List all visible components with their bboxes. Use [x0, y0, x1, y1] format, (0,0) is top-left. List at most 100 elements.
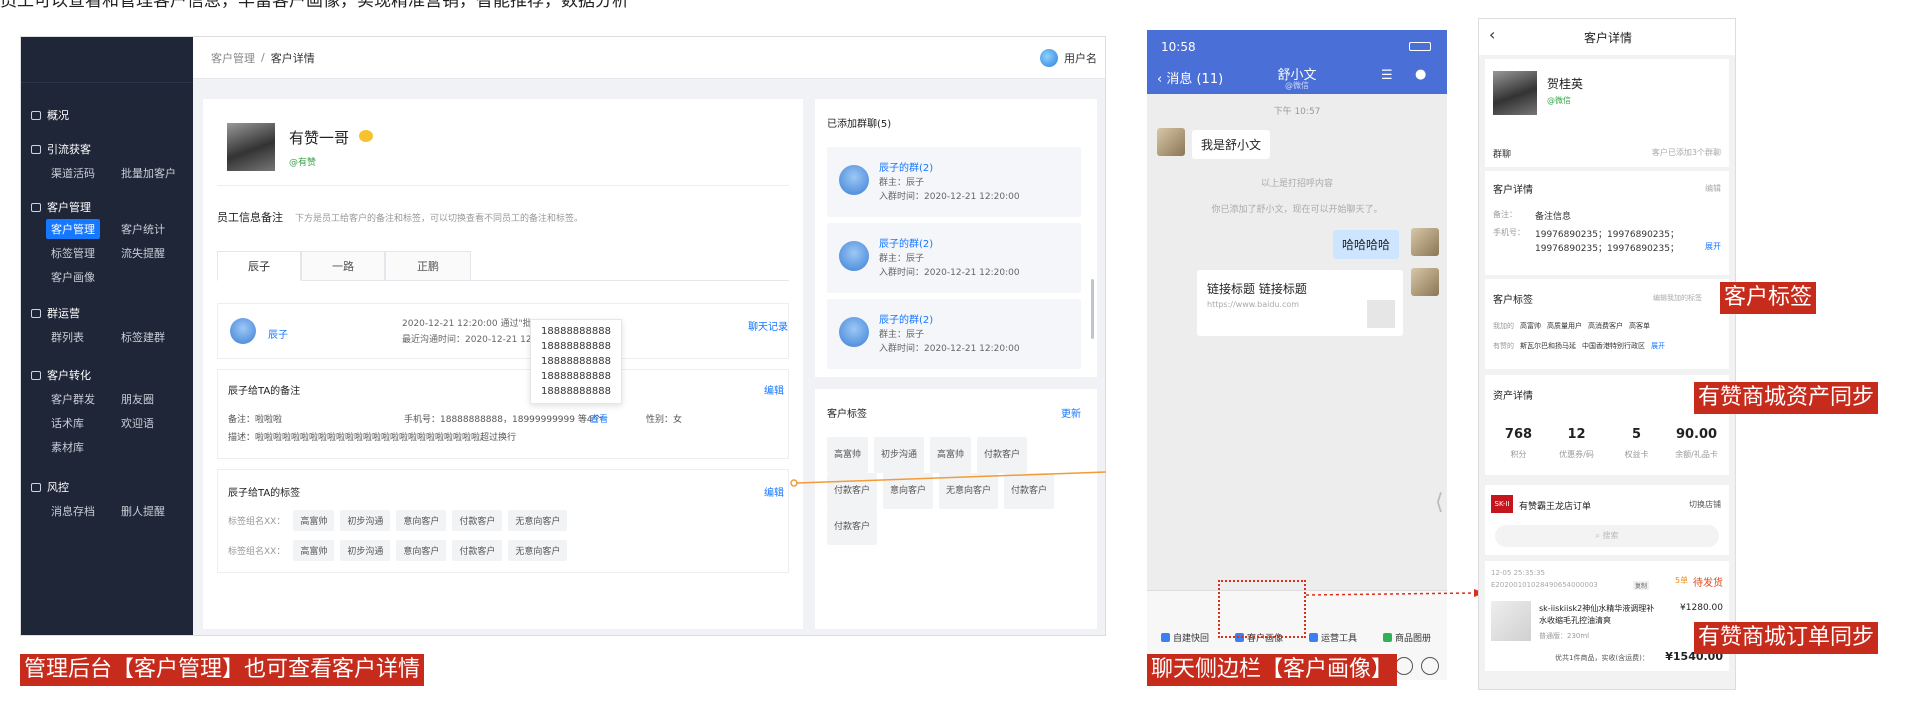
tag-row: 标签组名XX： 高富帅 初步沟通 意向客户 付款客户 无意向客户: [228, 540, 573, 561]
info-edit[interactable]: 编辑: [1705, 183, 1721, 194]
tag-edit[interactable]: 编辑我加的标签: [1653, 293, 1702, 303]
copy-button[interactable]: 复制: [1633, 581, 1650, 590]
remark-panel: 辰子给TA的备注 编辑 备注：啦啦啦 手机号：18888888888，18999…: [217, 369, 789, 459]
search-input[interactable]: ⌕ 搜索: [1495, 525, 1719, 547]
tag-item: 高质量用户: [1547, 322, 1582, 330]
group-item[interactable]: 辰子的群(2) 群主：辰子 入群时间：2020-12-21 12:20:00: [827, 223, 1081, 293]
group-label: 群聊: [1493, 150, 1512, 160]
nav-customer-manage[interactable]: 客户管理: [46, 219, 100, 239]
toolbar-ops-tools[interactable]: 运营工具: [1309, 631, 1357, 644]
cropped-top-text: 员工可以查看和管理客户信息，丰富客户画像，实现精准营销，智能推荐，数据分析: [0, 0, 629, 11]
order-section: 12-05 25:35:35 E20200101028490654000003 …: [1485, 561, 1729, 671]
collapse-handle[interactable]: ⟨: [1435, 490, 1444, 515]
nav-customer-profile[interactable]: 客户画像: [51, 269, 95, 285]
nav-convert[interactable]: 客户转化: [31, 367, 91, 383]
note-label: 备注：: [1493, 210, 1517, 219]
person-icon[interactable]: ●: [1415, 67, 1426, 82]
contact-avatar: [1157, 128, 1185, 156]
staff-name[interactable]: 辰子: [268, 326, 288, 341]
tag-chip: 付款客户: [452, 540, 503, 561]
dashboard-icon: [31, 110, 41, 120]
asset-stat[interactable]: 768 积分: [1491, 427, 1546, 461]
nav-welcome[interactable]: 欢迎语: [121, 415, 154, 431]
user-menu[interactable]: 用户名: [1040, 49, 1097, 67]
customer-tags-title: 客户标签: [827, 409, 867, 420]
nav-tag-group[interactable]: 标签建群: [121, 329, 165, 345]
asset-stat[interactable]: 5 权益卡: [1609, 427, 1664, 461]
tag-chip: 无意向客户: [508, 510, 568, 531]
tag-chip: 意向客户: [396, 510, 447, 531]
emoji-icon[interactable]: [1395, 657, 1413, 675]
breadcrumb-parent[interactable]: 客户管理: [211, 50, 255, 66]
self-avatar: [1411, 228, 1439, 256]
funnel-icon: [31, 144, 41, 154]
expand-link[interactable]: 展开: [1651, 341, 1665, 351]
customer-tags-list: 高富帅 初步沟通 高富帅 付款客户付款客户 意向客户 无意向客户 付款客户付款客户: [827, 437, 1089, 545]
nav-delete-alert[interactable]: 删人提醒: [121, 503, 165, 519]
link-thumbnail: [1367, 300, 1395, 328]
tags-edit-button[interactable]: 编辑: [764, 484, 784, 499]
nav-batch-add[interactable]: 批量加客户: [121, 165, 176, 181]
product-image: [1491, 601, 1531, 641]
switch-shop[interactable]: 切换店铺: [1689, 499, 1721, 510]
expand-link[interactable]: 展开: [1705, 241, 1721, 252]
nav-group-ops[interactable]: 群运营: [31, 305, 80, 321]
remark-title: 辰子给TA的备注: [228, 386, 301, 397]
tag-chip: 意向客户: [396, 540, 447, 561]
breadcrumb-current: 客户详情: [270, 51, 315, 65]
connector-line: [790, 470, 1107, 490]
group-item[interactable]: 辰子的群(2) 群主：辰子 入群时间：2020-12-21 12:20:00: [827, 147, 1081, 217]
chat-history-link[interactable]: 聊天记录: [748, 318, 788, 333]
customer-card: 有赞一哥 @有赞 员工信息备注 下方是员工给客户的备注和标签，可以切换查看不同员…: [203, 99, 803, 629]
chat-timestamp: 下午 10:57: [1273, 107, 1321, 117]
nav-mass-send[interactable]: 客户群发: [51, 391, 95, 407]
nav-tag-manage[interactable]: 标签管理: [51, 245, 95, 261]
group-value[interactable]: 客户已添加3个群聊: [1652, 147, 1721, 158]
nav-churn-alert[interactable]: 流失提醒: [121, 245, 165, 261]
tag-group-label: 标签组名XX：: [228, 517, 286, 527]
nav-script-lib[interactable]: 话术库: [51, 415, 84, 431]
profile-section: 贺桂英 @微信 群聊 客户已添加3个群聊: [1485, 59, 1729, 167]
tag-chip: 无意向客户: [508, 540, 568, 561]
nav-acquire[interactable]: 引流获客: [31, 141, 91, 157]
convert-icon: [31, 370, 41, 380]
nav-customer-stats[interactable]: 客户统计: [121, 221, 165, 237]
nav-group-list[interactable]: 群列表: [51, 329, 84, 345]
toolbar-quick-reply[interactable]: 自建快回: [1161, 631, 1209, 644]
group-time: 入群时间：2020-12-21 12:20:00: [879, 268, 1020, 278]
scrollbar[interactable]: [1091, 279, 1094, 339]
nav-risk[interactable]: 风控: [31, 479, 69, 495]
nav-channel-code[interactable]: 渠道活码: [51, 165, 95, 181]
remark-desc: 描述：啦啦啦啦啦啦啦啦啦啦啦啦啦啦啦啦啦啦啦啦啦啦啦啦啦超过换行: [228, 433, 517, 443]
nav-overview[interactable]: 概况: [31, 107, 69, 123]
nav-moments[interactable]: 朋友圈: [121, 391, 154, 407]
customer-tags-update[interactable]: 更新: [1061, 405, 1081, 420]
back-button[interactable]: ‹ 消息 (11): [1157, 68, 1223, 87]
nav-customer[interactable]: 客户管理: [31, 199, 91, 215]
link-title: 链接标题 链接标题: [1207, 282, 1307, 296]
nav-material[interactable]: 素材库: [51, 439, 84, 455]
nav-message-archive[interactable]: 消息存档: [51, 503, 95, 519]
tab-yilu[interactable]: 一路: [301, 251, 385, 281]
tag-item: 高客单: [1629, 322, 1650, 330]
groups-card: 已添加群聊(5) 辰子的群(2) 群主：辰子 入群时间：2020-12-21 1…: [815, 99, 1097, 377]
tag-chip: 高富帅: [827, 437, 869, 473]
tag-chip: 付款客户: [452, 510, 503, 531]
tab-zhengpeng[interactable]: 正鹏: [385, 251, 471, 281]
quick-reply-icon: [1161, 633, 1170, 642]
phone-line: 19976890235；19976890235；: [1535, 244, 1679, 254]
group-item[interactable]: 辰子的群(2) 群主：辰子 入群时间：2020-12-21 12:20:00: [827, 299, 1081, 369]
remark-view-link[interactable]: 查看: [590, 412, 608, 425]
group-owner: 群主：辰子: [879, 254, 925, 264]
asset-stat[interactable]: 12 优惠券/码: [1549, 427, 1604, 461]
tag-item: 高消费客户: [1588, 322, 1623, 330]
remark-phone: 手机号：18888888888，18999999999 等4个: [404, 415, 602, 425]
plus-icon[interactable]: [1421, 657, 1439, 675]
toolbar-product-album[interactable]: 商品图册: [1383, 631, 1431, 644]
menu-icon[interactable]: ☰: [1381, 68, 1393, 83]
remark-edit-button[interactable]: 编辑: [764, 382, 784, 397]
asset-stat[interactable]: 90.00 余额/礼品卡: [1669, 427, 1724, 461]
asset-title: 资产详情: [1493, 391, 1533, 402]
tab-chenzi[interactable]: 辰子: [217, 251, 301, 281]
link-card[interactable]: 链接标题 链接标题 https://www.baidu.com: [1197, 270, 1403, 336]
